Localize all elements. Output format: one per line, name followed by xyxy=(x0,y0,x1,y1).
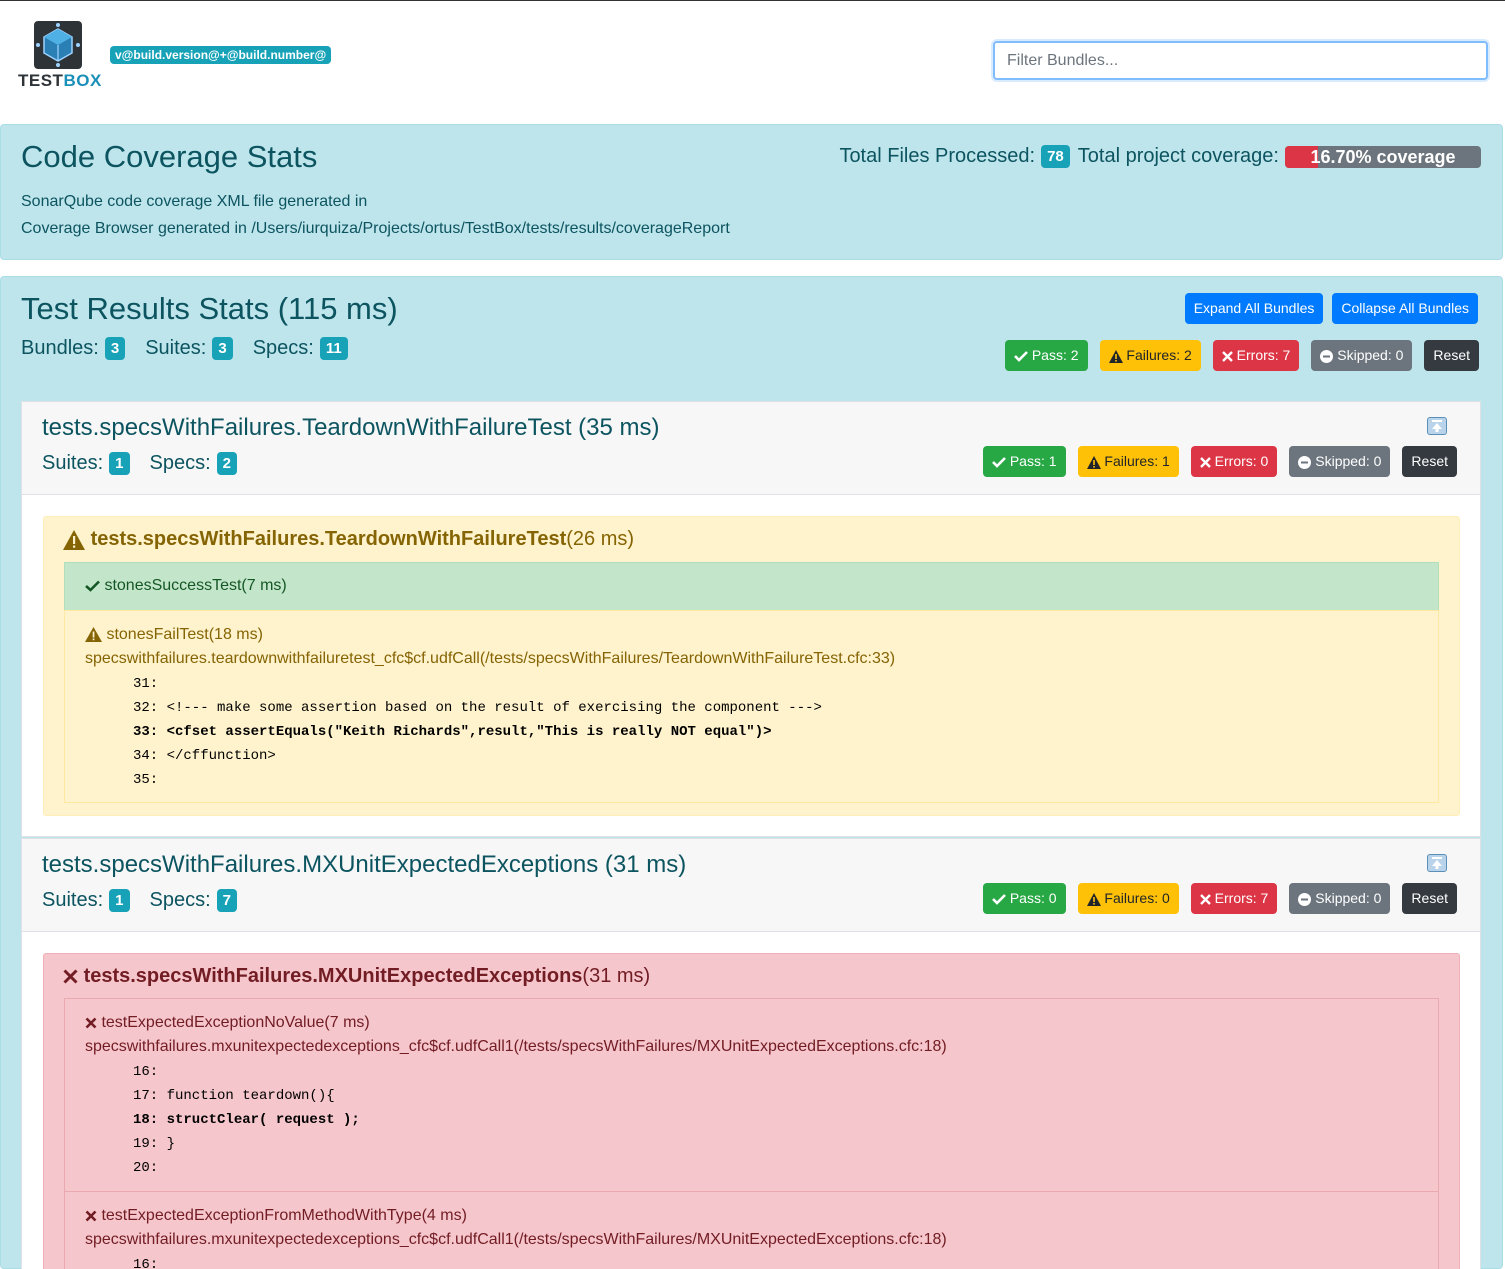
testbox-logo[interactable]: TESTBOX xyxy=(18,21,104,91)
suite-block: tests.specsWithFailures.MXUnitExpectedEx… xyxy=(43,953,1460,1269)
stack-trace: specswithfailures.mxunitexpectedexceptio… xyxy=(85,1038,947,1055)
bundle-filter-buttons: Pass: 0 Failures: 0 Errors: 7 Skipped: 0… xyxy=(982,883,1457,914)
version-badge: v@build.version@+@build.number@ xyxy=(110,46,332,64)
pass-filter-button[interactable]: Pass: 2 xyxy=(1004,340,1088,371)
filter-bundles-input[interactable] xyxy=(993,41,1488,80)
collapse-up-icon[interactable] xyxy=(1427,417,1447,435)
pass-filter-button[interactable]: Pass: 1 xyxy=(982,446,1066,477)
reset-filter-button[interactable]: Reset xyxy=(1402,883,1457,914)
bundle-suites-badge: 1 xyxy=(109,889,130,912)
coverage-stats-panel: Code Coverage Stats Total Files Processe… xyxy=(0,124,1503,260)
code-snippet: 16: xyxy=(133,1257,159,1269)
coverage-browser-line: Coverage Browser generated in /Users/iur… xyxy=(21,220,730,237)
sonarqube-line: SonarQube code coverage XML file generat… xyxy=(21,193,368,210)
expand-all-bundles-button[interactable]: Expand All Bundles xyxy=(1184,293,1324,324)
bundle-toggle-buttons: Expand All Bundles Collapse All Bundles xyxy=(1184,293,1478,324)
skipped-filter-button[interactable]: Skipped: 0 xyxy=(1289,446,1391,477)
results-title: Test Results Stats (115 ms) xyxy=(21,291,398,326)
bundle-suites-badge: 1 xyxy=(109,452,130,475)
bundle-specs-label: Specs: xyxy=(149,889,211,911)
warning-icon xyxy=(63,529,85,550)
suite-title[interactable]: tests.specsWithFailures.TeardownWithFail… xyxy=(63,528,634,551)
bundle-header: tests.specsWithFailures.TeardownWithFail… xyxy=(22,402,1480,495)
suites-badge: 3 xyxy=(212,337,233,360)
spec-name[interactable]: stonesSuccessTest(7 ms) xyxy=(85,577,287,595)
bundles-label: Bundles: xyxy=(21,337,99,359)
code-snippet: 31: 32: <!--- make some assertion based o… xyxy=(133,676,822,788)
times-icon xyxy=(85,1017,97,1029)
spec-passed: stonesSuccessTest(7 ms) xyxy=(64,562,1439,611)
warning-icon xyxy=(1086,455,1101,469)
spec-name[interactable]: testExpectedExceptionNoValue(7 ms) xyxy=(85,1014,370,1032)
failures-filter-button[interactable]: Failures: 1 xyxy=(1077,446,1179,477)
reset-filter-button[interactable]: Reset xyxy=(1424,340,1479,371)
skipped-filter-button[interactable]: Skipped: 0 xyxy=(1289,883,1391,914)
bundle-header: tests.specsWithFailures.MXUnitExpectedEx… xyxy=(22,839,1480,932)
bundle-card: tests.specsWithFailures.TeardownWithFail… xyxy=(21,401,1481,837)
spec-errored: testExpectedExceptionFromMethodWithType(… xyxy=(64,1191,1439,1269)
coverage-progress-bar: 16.70% coverage xyxy=(1285,145,1481,168)
specs-label: Specs: xyxy=(252,337,314,359)
times-icon xyxy=(1199,893,1211,905)
testbox-logo-icon xyxy=(34,21,82,69)
logo-wordmark: TESTBOX xyxy=(18,71,102,90)
stack-trace: specswithfailures.mxunitexpectedexceptio… xyxy=(85,1231,947,1248)
files-processed-label: Total Files Processed: xyxy=(839,145,1036,167)
code-snippet: 16: 17: function teardown(){18: structCle… xyxy=(133,1064,360,1176)
suite-block: tests.specsWithFailures.TeardownWithFail… xyxy=(43,516,1460,816)
coverage-summary: Total Files Processed: 78 Total project … xyxy=(839,145,1481,168)
minus-circle-icon xyxy=(1298,892,1312,906)
bundle-filter-buttons: Pass: 1 Failures: 1 Errors: 0 Skipped: 0… xyxy=(982,446,1457,477)
check-icon xyxy=(992,457,1006,469)
check-icon xyxy=(992,894,1006,906)
bundle-card: tests.specsWithFailures.MXUnitExpectedEx… xyxy=(21,838,1481,1269)
collapse-all-bundles-button[interactable]: Collapse All Bundles xyxy=(1332,293,1478,324)
bundle-suites-label: Suites: xyxy=(42,889,104,911)
warning-icon xyxy=(1086,892,1101,906)
skipped-filter-button[interactable]: Skipped: 0 xyxy=(1311,340,1413,371)
check-icon xyxy=(85,580,100,592)
results-stats-row: Bundles: 3 Suites: 3 Specs: 11 xyxy=(21,337,368,360)
suite-title[interactable]: tests.specsWithFailures.MXUnitExpectedEx… xyxy=(63,965,650,988)
results-filter-buttons: Pass: 2 Failures: 2 Errors: 7 Skipped: 0… xyxy=(1004,340,1479,371)
failures-filter-button[interactable]: Failures: 2 xyxy=(1099,340,1201,371)
failures-filter-button[interactable]: Failures: 0 xyxy=(1077,883,1179,914)
warning-icon xyxy=(1108,349,1123,363)
bundle-title[interactable]: tests.specsWithFailures.MXUnitExpectedEx… xyxy=(42,851,686,879)
stack-trace: specswithfailures.teardownwithfailuretes… xyxy=(85,650,896,667)
bundle-specs-badge: 2 xyxy=(216,452,237,475)
minus-circle-icon xyxy=(1320,349,1334,363)
spec-errored: testExpectedExceptionNoValue(7 ms) specs… xyxy=(64,998,1439,1192)
project-coverage-label: Total project coverage: xyxy=(1077,145,1279,167)
spec-name[interactable]: stonesFailTest(18 ms) xyxy=(85,626,263,644)
coverage-title: Code Coverage Stats xyxy=(21,139,318,174)
bundles-badge: 3 xyxy=(104,337,126,360)
top-header: TESTBOX v@build.version@+@build.number@ xyxy=(0,0,1505,124)
errors-filter-button[interactable]: Errors: 0 xyxy=(1190,446,1278,477)
minus-circle-icon xyxy=(1298,455,1312,469)
bundle-stats: Suites: 1 Specs: 2 xyxy=(42,452,257,475)
bundle-suites-label: Suites: xyxy=(42,452,104,474)
errors-filter-button[interactable]: Errors: 7 xyxy=(1212,340,1300,371)
specs-badge: 11 xyxy=(319,337,348,360)
times-icon xyxy=(1221,350,1233,362)
spec-failed: stonesFailTest(18 ms) specswithfailures.… xyxy=(64,610,1439,803)
reset-filter-button[interactable]: Reset xyxy=(1402,446,1457,477)
coverage-progress-text: 16.70% coverage xyxy=(1310,146,1456,167)
spec-name[interactable]: testExpectedExceptionFromMethodWithType(… xyxy=(85,1207,467,1225)
bundle-stats: Suites: 1 Specs: 7 xyxy=(42,889,257,912)
pass-filter-button[interactable]: Pass: 0 xyxy=(982,883,1066,914)
bundle-specs-label: Specs: xyxy=(149,452,211,474)
warning-icon xyxy=(85,627,102,643)
bundle-title[interactable]: tests.specsWithFailures.TeardownWithFail… xyxy=(42,414,660,442)
times-icon xyxy=(63,969,78,984)
bundle-specs-badge: 7 xyxy=(216,889,237,912)
times-icon xyxy=(85,1210,97,1222)
files-processed-badge: 78 xyxy=(1041,145,1070,168)
collapse-up-icon[interactable] xyxy=(1427,854,1447,872)
times-icon xyxy=(1199,456,1211,468)
check-icon xyxy=(1014,351,1028,363)
suites-label: Suites: xyxy=(145,337,207,359)
errors-filter-button[interactable]: Errors: 7 xyxy=(1190,883,1278,914)
